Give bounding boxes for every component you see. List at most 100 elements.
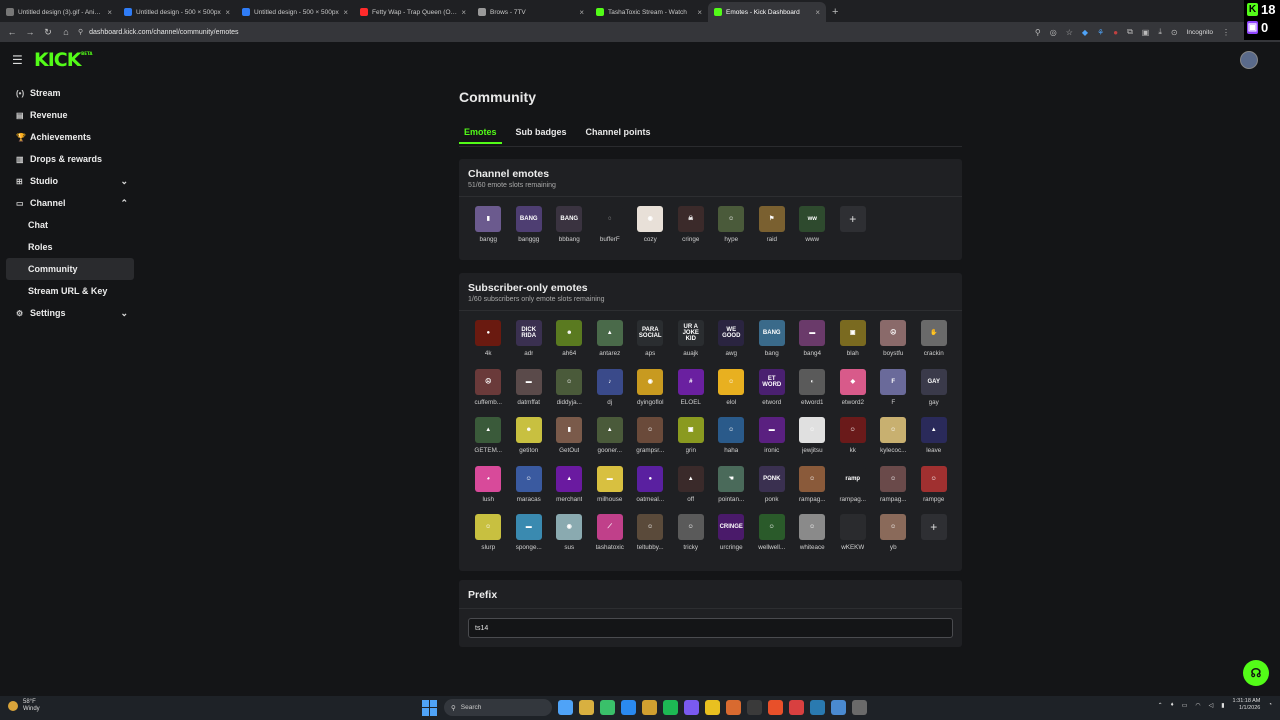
chevron-down-icon[interactable]: ⌄	[120, 308, 128, 319]
emote-tile[interactable]: ▮ bangg	[468, 206, 509, 255]
emote-tile[interactable]: ☺ wellwell...	[752, 514, 793, 563]
emote-tile[interactable]: CRINGE urcringe	[711, 514, 752, 563]
sidebar-item-settings[interactable]: ⚙ Settings ⌄	[6, 302, 134, 324]
taskbar-app-icon[interactable]	[558, 700, 573, 715]
browser-tab[interactable]: Emotes - Kick Dashboard ×	[708, 2, 826, 22]
browser-tab[interactable]: Untitled design - 500 × 500px ×	[118, 2, 236, 22]
tab-close-icon[interactable]: ×	[697, 8, 702, 17]
volume-icon[interactable]: ◁	[1209, 702, 1214, 709]
emote-tile[interactable]: ☺ kylecoc...	[873, 417, 914, 466]
taskbar-app-icon[interactable]	[747, 700, 762, 715]
emote-tile[interactable]: FF	[873, 368, 914, 418]
emote-tile[interactable]: # ELOEL	[671, 368, 712, 418]
hamburger-menu-icon[interactable]: ☰	[12, 53, 26, 67]
clock[interactable]: 1:31:18 AM 1/1/2026	[1233, 698, 1261, 712]
emote-tile[interactable]: ▬ datmffat	[509, 368, 550, 418]
emote-tile[interactable]: ☺ teltubby...	[630, 514, 671, 563]
emote-tile[interactable]: ◉ cozy	[630, 206, 671, 255]
incognito-label[interactable]: Incognito	[1187, 29, 1213, 36]
browser-tab[interactable]: Untitled design - 500 × 500px ×	[236, 2, 354, 22]
profile-icon[interactable]: ⊙	[1171, 28, 1178, 37]
emote-tile[interactable]: BANG bbbang	[549, 206, 590, 255]
emote-tile[interactable]: ◐ etword1	[792, 368, 833, 418]
forward-icon[interactable]: →	[24, 27, 36, 37]
browser-tab[interactable]: Fetty Wap - Trap Queen (Officia ×	[354, 2, 472, 22]
emote-tile[interactable]: ▬ bang4	[792, 320, 833, 369]
emote-tile[interactable]: ☺ whiteace	[792, 514, 833, 563]
sidebar-subitem-chat[interactable]: Chat	[6, 214, 134, 236]
emote-tile[interactable]: ramp rampag...	[833, 465, 874, 515]
emote-tile[interactable]: ☺ maracas	[509, 465, 550, 515]
emote-tile[interactable]: ☺ tricky	[671, 514, 712, 563]
emote-tile[interactable]: ☺ grampsr...	[630, 417, 671, 466]
support-chat-button[interactable]: ☊	[1243, 660, 1269, 686]
prefix-input[interactable]: ts14	[468, 618, 953, 638]
emote-tile[interactable]: wKEKW	[833, 514, 874, 563]
emote-tile[interactable]: ☹ cuffemb...	[468, 368, 509, 418]
emote-tile[interactable]: ☺ rampag...	[873, 465, 914, 515]
emote-tile[interactable]: WE GOOD awg	[711, 320, 752, 369]
emote-tile[interactable]: GAY gay	[914, 368, 955, 418]
notification-bell-icon[interactable]: ◔	[1268, 702, 1272, 708]
taskbar-app-icon[interactable]	[621, 700, 636, 715]
emote-tile[interactable]: ▲ GETEM...	[468, 417, 509, 466]
sidebar-item-channel[interactable]: ▭ Channel ⌃	[6, 192, 134, 214]
emote-tile[interactable]: ▬ milhouse	[590, 465, 631, 515]
emote-tile[interactable]: ✋ crackin	[914, 320, 955, 369]
user-avatar[interactable]	[1240, 51, 1258, 69]
emote-tile[interactable]: ▲ gooner...	[590, 417, 631, 466]
extension-icon[interactable]: ●	[1113, 28, 1118, 37]
emote-tile[interactable]: ▲ off	[671, 465, 712, 515]
taskbar-app-icon[interactable]	[642, 700, 657, 715]
sidebar-item-achievements[interactable]: 🏆 Achievements	[6, 126, 134, 148]
browser-tab[interactable]: TashaToxic Stream - Watch ×	[590, 2, 708, 22]
weather-widget[interactable]: 58°F Windy	[8, 699, 40, 713]
emote-tile[interactable]: ● 4k	[468, 320, 509, 369]
emote-tile[interactable]: ▬ ironic	[752, 417, 793, 466]
new-tab-button[interactable]: +	[826, 2, 844, 22]
taskbar-app-icon[interactable]	[579, 700, 594, 715]
emote-tile[interactable]: ☹ boystfu	[873, 320, 914, 369]
emote-tile[interactable]: ☚ pointan...	[711, 465, 752, 515]
tab-close-icon[interactable]: ×	[579, 8, 584, 17]
emote-tile[interactable]: ☺ hype	[711, 206, 752, 255]
emote-tile[interactable]: ☺ haha	[711, 417, 752, 466]
tab-close-icon[interactable]: ×	[815, 8, 820, 17]
extension-icon[interactable]: ◆	[1082, 28, 1088, 37]
zoom-icon[interactable]: ⚲	[1035, 28, 1041, 37]
bookmark-star-icon[interactable]: ☆	[1066, 28, 1073, 37]
sidebar-item-studio[interactable]: ⊞ Studio ⌄	[6, 170, 134, 192]
start-button-icon[interactable]	[422, 699, 438, 716]
tab-sub-badges[interactable]: Sub badges	[511, 126, 572, 144]
more-menu-icon[interactable]: ⋮	[1222, 28, 1230, 37]
emote-tile[interactable]: PONK ponk	[752, 465, 793, 515]
emote-tile[interactable]: ☺ jewjitsu	[792, 417, 833, 466]
emote-tile[interactable]: BANG banggg	[509, 206, 550, 255]
emote-tile[interactable]: ☻ getiton	[509, 417, 550, 466]
puzzle-icon[interactable]: ⧉	[1127, 27, 1133, 37]
emote-tile[interactable]: ☺ rampag...	[792, 465, 833, 515]
download-icon[interactable]: ⤓	[1158, 27, 1162, 37]
taskbar-app-icon[interactable]	[705, 700, 720, 715]
taskbar-app-icon[interactable]	[600, 700, 615, 715]
tab-close-icon[interactable]: ×	[461, 8, 466, 17]
add-emote-button[interactable]: +	[920, 514, 947, 540]
sidebar-item-stream[interactable]: (•) Stream	[6, 82, 134, 104]
emote-tile[interactable]: ▬ sponge...	[509, 514, 550, 563]
browser-tab[interactable]: Untitled design (3).gif - Animat ×	[0, 2, 118, 22]
browser-tab[interactable]: Brows - 7TV ×	[472, 2, 590, 22]
emote-tile[interactable]: ☠ cringe	[671, 206, 712, 255]
home-icon[interactable]: ⌂	[60, 27, 72, 37]
emote-tile[interactable]: ◉ dyingoflol	[630, 368, 671, 418]
taskbar-app-icon[interactable]	[789, 700, 804, 715]
emote-tile[interactable]: ♪ dj	[590, 368, 631, 418]
taskbar-search[interactable]: ⚲ Search	[444, 699, 552, 716]
emote-tile[interactable]: ● oatmeal...	[630, 465, 671, 515]
taskbar-app-icon[interactable]	[663, 700, 678, 715]
sidebar-subitem-community[interactable]: Community	[6, 258, 134, 280]
taskbar-app-icon[interactable]	[726, 700, 741, 715]
chevron-icon[interactable]: ⌃	[120, 198, 128, 209]
mic-icon[interactable]: ♦	[1171, 702, 1174, 708]
taskbar-app-icon[interactable]	[831, 700, 846, 715]
tab-close-icon[interactable]: ×	[107, 8, 112, 17]
